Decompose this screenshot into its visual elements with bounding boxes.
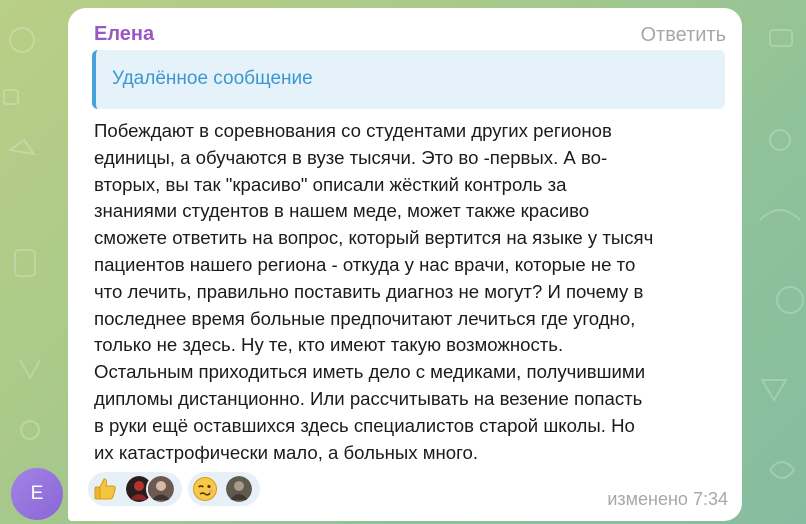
message-line: знаниями студентов в нашем меде, может т… [94,200,590,222]
reply-quote[interactable]: Удалённое сообщение [92,50,725,109]
message-line: их катастрофически мало, а больных много… [94,441,479,463]
reactor-avatar-icon [146,474,176,504]
message-line: Остальным приходиться иметь дело с медик… [94,361,646,383]
message-line: сможете ответить на вопрос, который верт… [94,227,654,249]
message-time: 7:34 [692,489,728,509]
reply-button[interactable]: Ответить [641,24,727,47]
reaction-woozy-face[interactable] [188,472,260,506]
sender-avatar[interactable]: Е [11,468,63,520]
message-line: Побеждают в соревнования со студентами д… [94,120,612,141]
reactor-avatar-icon [224,474,254,504]
avatar-initial: Е [30,483,44,504]
message-line: дипломы дистанционно. Или рассчитывать н… [94,387,643,409]
message-line: только не здесь. Ну те, кто имеют такую … [94,334,564,356]
message-bubble: Елена Ответить Удалённое сообщение Побеж… [68,8,742,521]
woozy-face-icon [193,477,217,501]
message-line: вторых, вы так "красиво" описали жёсткий… [94,173,567,195]
sender-name[interactable]: Елена [94,23,154,46]
message-text: Побеждают в соревнования со студентами д… [94,118,724,466]
message-line: что лечить, правильно поставить диагноз … [94,280,644,302]
edited-label: изменено [607,489,688,509]
reply-quote-text: Удалённое сообщение [112,68,313,89]
message-line: пациентов нашего региона - откуда у нас … [94,253,636,275]
reactions-bar [88,472,260,506]
message-line: в руки ещё оставшихся здесь специалистов… [94,414,635,436]
message-line: последнее время больные предпочитают леч… [94,307,636,329]
message-meta: изменено 7:34 [607,489,728,510]
thumbs-up-icon [94,478,116,500]
reaction-thumbs-up[interactable] [88,472,182,506]
message-line: единицы, а обучаются в вузе тысячи. Это … [94,146,608,168]
